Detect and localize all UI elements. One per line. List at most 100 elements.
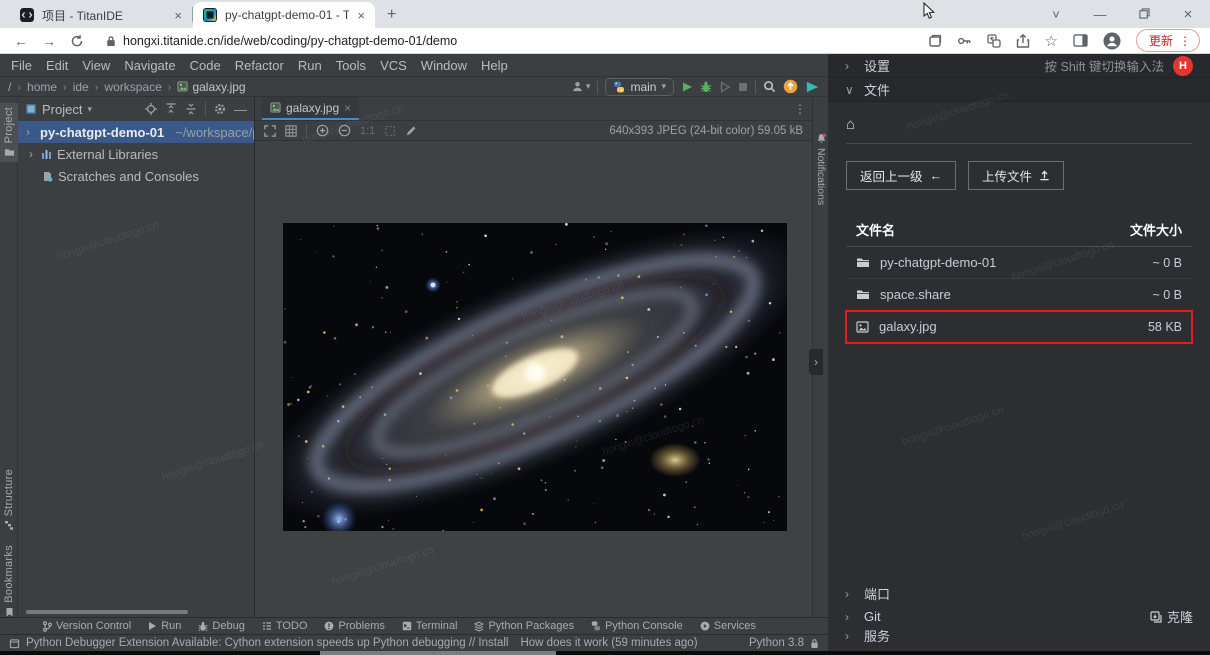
status-message[interactable]: Python Debugger Extension Available: Cyt… [26,637,508,649]
toolwindow-problems[interactable]: Problems [324,620,384,632]
tab-group-icon[interactable] [928,34,942,48]
locate-file-icon[interactable] [145,103,157,115]
debug-button[interactable] [700,80,712,93]
zoom-in-icon[interactable] [316,124,329,137]
stripe-tab-project[interactable]: Project [0,103,18,162]
chevron-right-icon[interactable]: › [26,125,30,139]
tab-close-icon[interactable]: × [357,8,365,23]
user-settings-button[interactable]: ▾ [571,80,591,93]
tab-close-icon[interactable]: × [174,8,182,23]
zoom-out-icon[interactable] [338,124,351,137]
upload-file-button[interactable]: 上传文件 [968,161,1064,190]
share-icon[interactable] [1016,34,1030,48]
menu-tools[interactable]: Tools [329,58,373,73]
browser-tab-inactive[interactable]: 项目 - TitanIDE × [10,2,192,28]
new-tab-button[interactable]: + [387,6,396,24]
back-icon[interactable]: ← [14,33,28,49]
forward-icon[interactable]: → [42,33,56,49]
reload-icon[interactable] [70,34,84,48]
browser-menu-icon[interactable]: ⋮ [1179,34,1191,48]
menu-run[interactable]: Run [291,58,329,73]
toolwindow-python-packages[interactable]: Python Packages [474,620,574,632]
menu-refactor[interactable]: Refactor [228,58,291,73]
grid-toggle-icon[interactable] [285,125,297,137]
browser-update-button[interactable]: 更新 ⋮ [1136,29,1200,52]
menu-help[interactable]: Help [474,58,515,73]
breadcrumb-workspace[interactable]: workspace [104,80,161,94]
file-row-space-share[interactable]: space.share ~ 0 B [846,279,1192,311]
user-avatar[interactable]: H [1173,56,1193,76]
tab-search-icon[interactable]: ˅ [1034,7,1078,22]
menu-navigate[interactable]: Navigate [117,58,182,73]
run-configuration-select[interactable]: main ▾ [605,78,674,96]
toolwindow-todo[interactable]: TODO [262,620,308,632]
stripe-tab-structure[interactable]: Structure [0,469,18,530]
go-up-button[interactable]: 返回上一级 ← [846,161,956,190]
editor-tab-galaxy[interactable]: galaxy.jpg × [262,97,359,120]
menu-window[interactable]: Window [414,58,474,73]
write-lock-icon[interactable] [810,638,819,649]
menu-edit[interactable]: Edit [39,58,75,73]
panel-section-ports[interactable]: › 端口 [828,582,1210,605]
tree-item-external-libraries[interactable]: › External Libraries [18,143,254,165]
file-row-demo-folder[interactable]: py-chatgpt-demo-01 ~ 0 B [846,247,1192,279]
editor-tab-close-icon[interactable]: × [344,101,351,115]
url-field[interactable]: hongxi.titanide.cn/ide/web/coding/py-cha… [106,34,928,48]
panel-section-git[interactable]: › Git 克隆 [828,605,1210,628]
stripe-tab-notifications[interactable]: Notifications [813,133,829,205]
bookmark-star-icon[interactable]: ☆ [1045,32,1058,50]
breadcrumb-home[interactable]: home [27,80,57,94]
menu-file[interactable]: File [4,58,39,73]
caret-down-icon[interactable]: ▾ [87,104,92,115]
password-key-icon[interactable] [957,35,972,47]
translate-icon[interactable] [987,34,1001,48]
status-link[interactable]: How does it work (59 minutes ago) [520,637,697,649]
panel-section-services[interactable]: › 服务 [828,628,1210,651]
toolwindow-terminal[interactable]: Terminal [402,620,458,632]
fit-to-window-icon[interactable] [264,125,276,137]
menu-code[interactable]: Code [183,58,228,73]
chevron-right-icon[interactable]: › [26,147,36,161]
collapse-all-icon[interactable] [185,103,197,115]
path-home-icon[interactable]: ⌂ [846,116,1192,133]
side-panel-icon[interactable] [1073,34,1088,47]
edit-externally-icon[interactable] [405,125,417,137]
image-viewer-canvas[interactable] [255,141,812,617]
panel-section-settings[interactable]: › 设置 按 Shift 键切换输入法 H [828,54,1210,78]
titanide-assistant-icon[interactable] [805,80,820,94]
coverage-button[interactable] [719,81,731,93]
python-interpreter[interactable]: Python 3.8 [749,637,804,649]
toolwindow-python-console[interactable]: Python Console [591,620,683,632]
selection-icon[interactable] [384,125,396,137]
stop-button[interactable] [738,82,748,92]
browser-tab-active[interactable]: py-chatgpt-demo-01 - TitanID × [193,2,375,28]
actual-size-button[interactable]: 1:1 [360,125,375,137]
hide-panel-icon[interactable]: — [234,102,247,117]
profile-avatar-icon[interactable] [1103,32,1121,50]
update-available-icon[interactable] [783,79,798,94]
horizontal-scrollbar[interactable] [26,610,188,614]
breadcrumb-root[interactable]: / [8,80,11,94]
toolwindow-version-control[interactable]: Version Control [42,620,131,632]
tree-item-scratches[interactable]: Scratches and Consoles [18,165,254,187]
breadcrumb-ide[interactable]: ide [73,80,89,94]
tree-item-project-root[interactable]: › py-chatgpt-demo-01 ~/workspace/py-ch [18,121,254,143]
stripe-tab-bookmarks[interactable]: Bookmarks [0,545,18,617]
toolwindow-services[interactable]: Services [700,620,756,632]
run-button[interactable] [681,81,693,93]
window-close-button[interactable]: × [1166,6,1210,23]
breadcrumb-file[interactable]: galaxy.jpg [192,80,245,94]
project-panel-title[interactable]: Project [42,102,82,117]
search-everywhere-icon[interactable] [763,80,776,93]
git-clone-button[interactable]: 克隆 [1150,607,1193,626]
window-restore-button[interactable] [1122,7,1166,22]
settings-gear-icon[interactable] [214,103,226,115]
file-row-galaxy-highlighted[interactable]: galaxy.jpg 58 KB [846,311,1192,343]
expand-all-icon[interactable] [165,103,177,115]
panel-section-files[interactable]: ∨ 文件 [828,78,1210,102]
panel-expand-handle[interactable]: › [809,349,823,375]
toolwindow-run[interactable]: Run [148,620,181,632]
menu-view[interactable]: View [75,58,117,73]
window-minimize-button[interactable]: — [1078,7,1122,22]
editor-tab-options-icon[interactable]: ⋮ [794,102,806,116]
